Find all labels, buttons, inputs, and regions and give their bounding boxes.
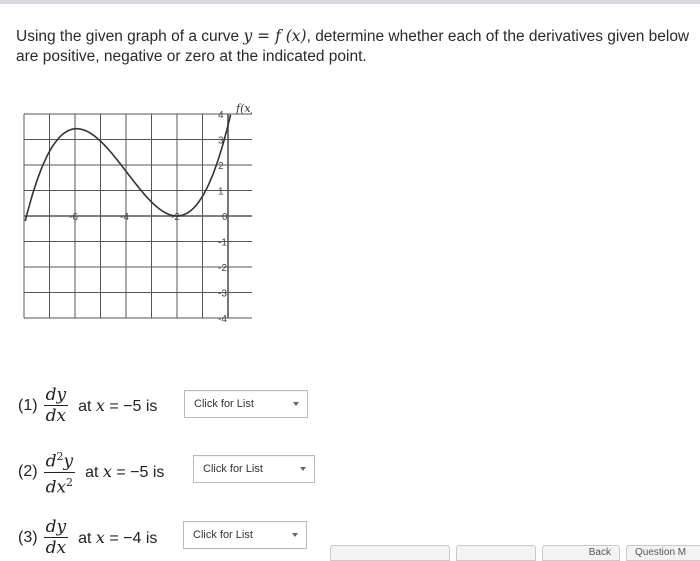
x-tick-label: -2 (171, 212, 180, 223)
question-1-number: (1) (18, 396, 38, 414)
fraction-numerator: d2y (43, 448, 76, 473)
fraction-numerator: dy (43, 385, 69, 406)
question-2-condition: at x = −5 is (85, 462, 164, 482)
prompt-text-1: Using the given graph of a curve (16, 28, 244, 45)
y-tick-label: -2 (218, 263, 227, 274)
fraction-denominator: dx2 (46, 473, 73, 497)
x-tick-label: 0 (222, 212, 228, 223)
fraction-numerator: dy (43, 517, 69, 538)
derivative-fraction-3: dy dx (43, 517, 69, 558)
x-tick-label: -4 (120, 212, 129, 223)
answer-dropdown-2[interactable]: Click for List (193, 455, 315, 483)
nav-button-blank-1[interactable] (330, 545, 450, 561)
y-tick-label: -1 (218, 238, 227, 249)
function-graph: -6-4-2024321-1-2-3-4 f(x) x (23, 102, 252, 325)
back-button[interactable]: Back (542, 545, 620, 561)
question-3-number: (3) (18, 528, 38, 546)
d-symbol: d (45, 451, 57, 472)
question-1: (1) dy dx at x = −5 is (18, 386, 157, 425)
function-curve (24, 114, 232, 222)
nav-button-blank-2[interactable] (456, 545, 536, 561)
is-text: is (141, 529, 158, 547)
value-text: = −5 (111, 464, 149, 482)
fraction-denominator: dx (45, 406, 67, 426)
question-2-number: (2) (18, 463, 38, 481)
dx-symbol: dx (45, 477, 67, 498)
is-text: is (148, 464, 165, 482)
at-text: at (85, 464, 103, 482)
denominator-power: 2 (66, 475, 74, 489)
at-text: at (78, 397, 96, 415)
derivative-fraction-1: dy dx (43, 385, 69, 426)
y-tick-label: 4 (218, 110, 224, 121)
y-tick-label: -3 (218, 289, 227, 300)
top-divider (0, 0, 700, 4)
question-1-condition: at x = −5 is (78, 396, 157, 416)
answer-dropdown-3[interactable]: Click for List (183, 521, 307, 549)
value-text: = −5 (104, 397, 142, 415)
question-3: (3) dy dx at x = −4 is (18, 518, 157, 557)
variable-x: x (102, 462, 112, 482)
variable-x: x (95, 527, 105, 547)
derivative-fraction-2: d2y dx2 (43, 448, 76, 497)
prompt-equation: y = f (x) (243, 27, 307, 45)
chevron-down-icon (300, 467, 306, 471)
function-label: f(x) (235, 102, 252, 115)
question-2: (2) d2y dx2 at x = −5 is (18, 448, 164, 496)
dropdown-label: Click for List (193, 529, 253, 541)
chevron-down-icon (292, 533, 298, 537)
numerator-variable: y (63, 451, 74, 472)
question-menu-button[interactable]: Question M (626, 545, 700, 561)
x-tick-label: -6 (69, 212, 78, 223)
dropdown-label: Click for List (194, 398, 254, 410)
answer-dropdown-1[interactable]: Click for List (184, 390, 308, 418)
fraction-denominator: dx (45, 538, 67, 558)
at-text: at (78, 529, 96, 547)
chevron-down-icon (293, 402, 299, 406)
dropdown-label: Click for List (203, 463, 263, 475)
y-tick-label: -4 (218, 314, 227, 325)
y-tick-label: 1 (218, 187, 224, 198)
y-tick-label: 2 (218, 161, 224, 172)
is-text: is (141, 397, 158, 415)
value-text: = −4 (104, 529, 142, 547)
variable-x: x (95, 395, 105, 415)
question-3-condition: at x = −4 is (78, 528, 157, 548)
question-prompt: Using the given graph of a curve y = f (… (16, 26, 696, 67)
